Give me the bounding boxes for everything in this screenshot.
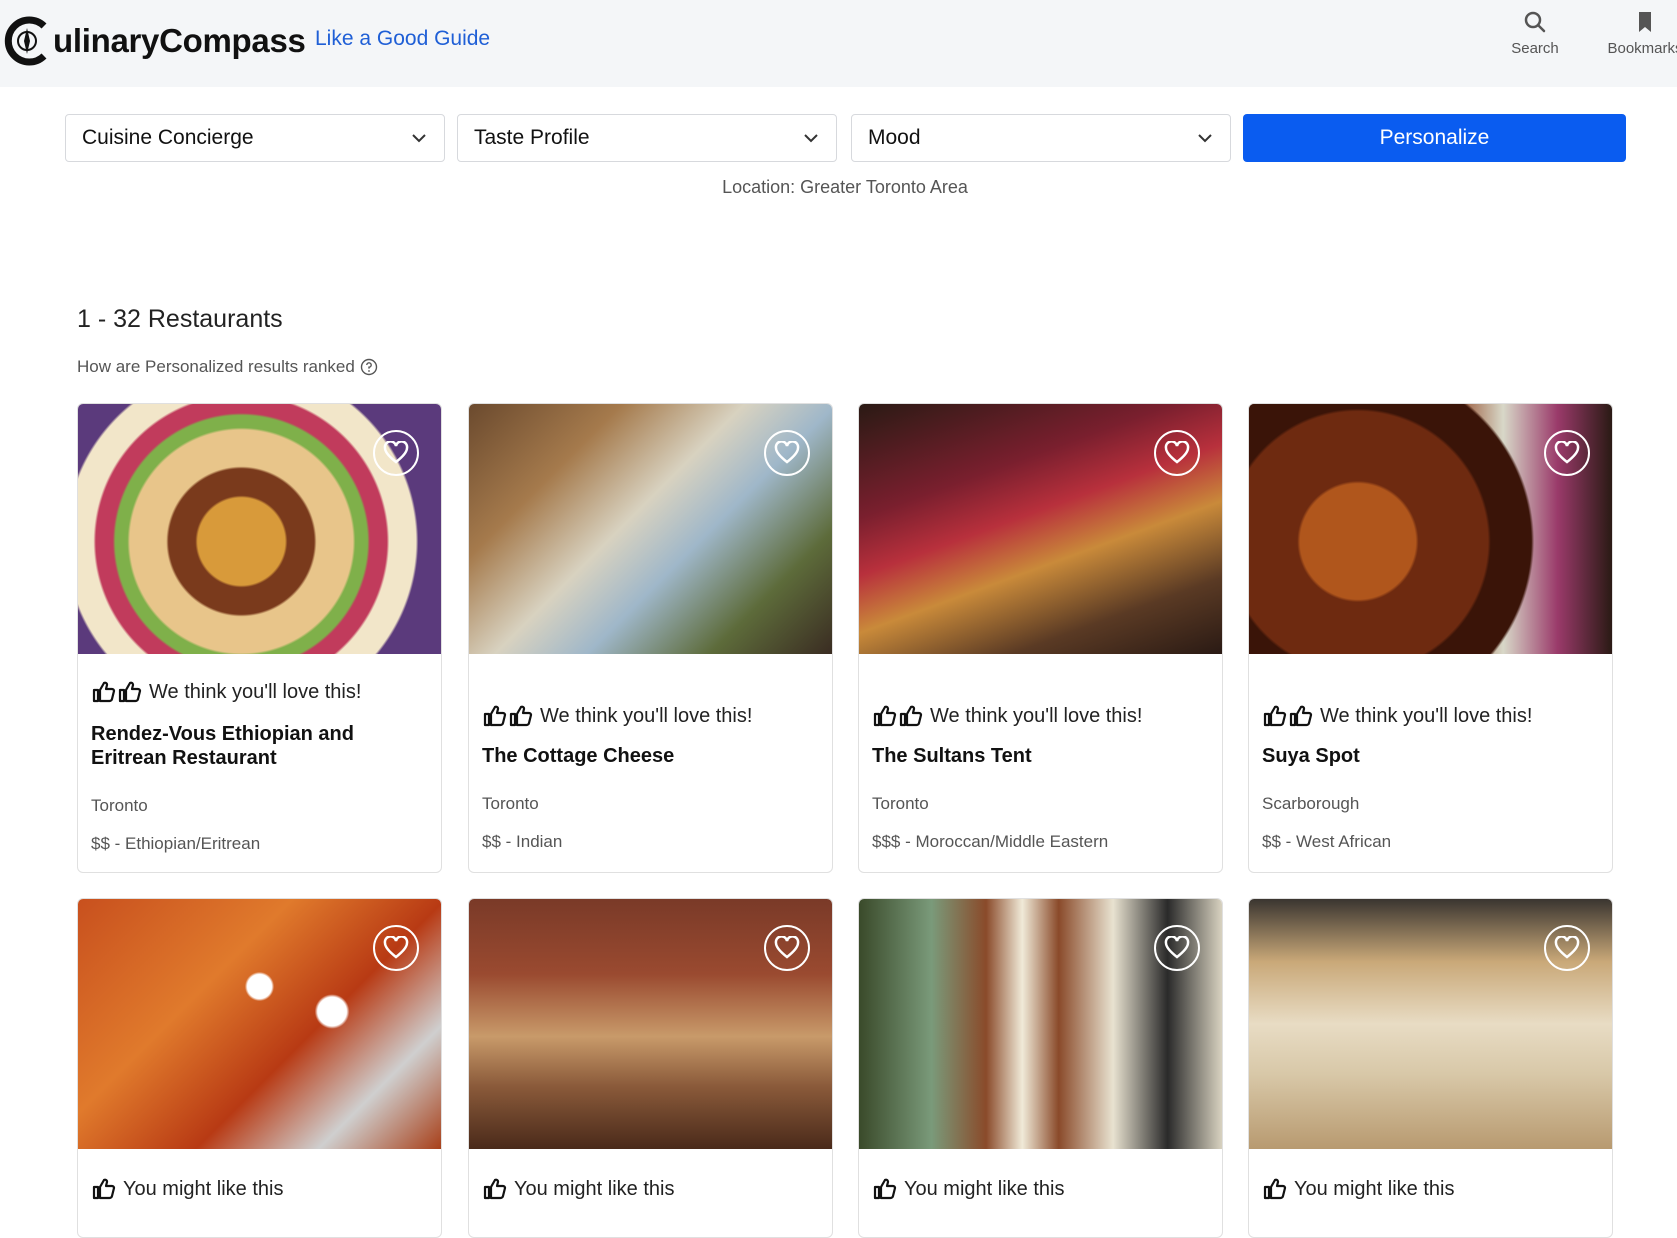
restaurant-photo <box>469 404 832 654</box>
bookmarks-button[interactable]: Bookmarks <box>1595 8 1677 57</box>
thumbs-up-icon <box>899 705 923 727</box>
personalize-button[interactable]: Personalize <box>1243 114 1626 162</box>
recommendation-badge: You might like this <box>859 1177 1222 1201</box>
restaurant-photo <box>469 899 832 1149</box>
favorite-heart-button[interactable] <box>1154 430 1200 476</box>
tagline: Like a Good Guide <box>315 27 491 50</box>
restaurant-details: $$ - Ethiopian/Eritrean <box>91 834 261 853</box>
recommendation-text: We think you'll love this! <box>540 704 753 727</box>
restaurant-city: Toronto <box>482 794 539 813</box>
recommendation-badge: You might like this <box>78 1177 441 1201</box>
restaurant-card[interactable]: We think you'll love this! Suya Spot Sca… <box>1248 403 1613 873</box>
thumbs-up-icon <box>509 705 533 727</box>
recommendation-badge: You might like this <box>469 1177 832 1201</box>
favorite-heart-button[interactable] <box>764 925 810 971</box>
favorite-heart-button[interactable] <box>373 925 419 971</box>
recommendation-badge: We think you'll love this! <box>78 680 441 704</box>
restaurant-photo <box>859 899 1222 1149</box>
recommendation-badge: We think you'll love this! <box>1249 704 1612 728</box>
top-header: ulinaryCompass Like a Good Guide Search … <box>0 0 1677 87</box>
heart-icon <box>1164 936 1190 959</box>
heart-icon <box>1164 441 1190 464</box>
favorite-heart-button[interactable] <box>764 430 810 476</box>
restaurant-details: $$$ - Moroccan/Middle Eastern <box>872 832 1109 851</box>
restaurant-photo <box>1249 404 1612 654</box>
thumbs-up-icon <box>1263 1178 1287 1200</box>
restaurant-card[interactable]: You might like this <box>77 898 442 1238</box>
favorite-heart-button[interactable] <box>1544 925 1590 971</box>
restaurant-card[interactable]: We think you'll love this! The Cottage C… <box>468 403 833 873</box>
search-button[interactable]: Search <box>1490 8 1580 57</box>
favorite-heart-button[interactable] <box>1154 925 1200 971</box>
recommendation-text: You might like this <box>904 1177 1065 1200</box>
logo[interactable]: ulinaryCompass <box>4 16 306 66</box>
restaurant-details: $$ - West African <box>1262 832 1392 851</box>
location-text: Location: Greater Toronto Area <box>722 177 968 197</box>
search-label: Search <box>1511 40 1559 57</box>
recommendation-text: You might like this <box>123 1177 284 1200</box>
restaurant-name[interactable]: The Sultans Tent <box>859 744 1222 768</box>
restaurant-photo <box>1249 899 1612 1149</box>
restaurant-photo <box>78 404 441 654</box>
recommendation-text: We think you'll love this! <box>930 704 1143 727</box>
favorite-heart-button[interactable] <box>1544 430 1590 476</box>
restaurant-city: Scarborough <box>1262 794 1360 813</box>
chevron-down-icon <box>1198 134 1212 143</box>
recommendation-text: You might like this <box>514 1177 675 1200</box>
restaurant-city: Toronto <box>91 796 148 815</box>
taste-profile-select[interactable]: Taste Profile <box>457 114 837 162</box>
chevron-down-icon <box>412 134 426 143</box>
heart-icon <box>774 441 800 464</box>
thumbs-up-icon <box>483 1178 507 1200</box>
heart-icon <box>383 936 409 959</box>
results-count: 1 - 32 Restaurants <box>77 305 283 333</box>
recommendation-badge: We think you'll love this! <box>469 704 832 728</box>
restaurant-card[interactable]: We think you'll love this! Rendez-Vous E… <box>77 403 442 873</box>
thumbs-up-icon <box>1289 705 1313 727</box>
restaurant-name[interactable]: Suya Spot <box>1249 744 1612 768</box>
heart-icon <box>774 936 800 959</box>
restaurant-details: $$ - Indian <box>482 832 563 851</box>
restaurant-card[interactable]: You might like this <box>858 898 1223 1238</box>
recommendation-text: We think you'll love this! <box>149 680 362 703</box>
bookmark-icon <box>1639 12 1651 32</box>
restaurant-card[interactable]: We think you'll love this! The Sultans T… <box>858 403 1223 873</box>
recommendation-text: You might like this <box>1294 1177 1455 1200</box>
thumbs-up-icon <box>92 1178 116 1200</box>
recommendation-badge: We think you'll love this! <box>859 704 1222 728</box>
bookmarks-label: Bookmarks <box>1607 40 1677 57</box>
ranking-info-link[interactable]: How are Personalized results ranked <box>77 357 378 377</box>
restaurant-photo <box>78 899 441 1149</box>
taste-select-value: Taste Profile <box>474 126 590 149</box>
chevron-down-icon <box>804 134 818 143</box>
search-icon <box>1524 11 1546 33</box>
thumbs-up-icon <box>92 681 116 703</box>
recommendation-badge: You might like this <box>1249 1177 1612 1201</box>
thumbs-up-icon <box>1263 705 1287 727</box>
heart-icon <box>1554 441 1580 464</box>
thumbs-up-icon <box>118 681 142 703</box>
restaurant-card[interactable]: You might like this <box>468 898 833 1238</box>
heart-icon <box>1554 936 1580 959</box>
recommendation-text: We think you'll love this! <box>1320 704 1533 727</box>
mood-select-value: Mood <box>868 126 921 149</box>
restaurant-name[interactable]: Rendez-Vous Ethiopian and Eritrean Resta… <box>78 722 441 770</box>
thumbs-up-icon <box>873 1178 897 1200</box>
logo-text: ulinaryCompass <box>53 22 306 59</box>
favorite-heart-button[interactable] <box>373 430 419 476</box>
cuisine-select-value: Cuisine Concierge <box>82 126 254 149</box>
restaurant-name[interactable]: The Cottage Cheese <box>469 744 832 768</box>
thumbs-up-icon <box>483 705 507 727</box>
restaurant-city: Toronto <box>872 794 929 813</box>
heart-icon <box>383 441 409 464</box>
thumbs-up-icon <box>873 705 897 727</box>
restaurant-card[interactable]: You might like this <box>1248 898 1613 1238</box>
help-circle-icon <box>360 358 378 376</box>
cuisine-concierge-select[interactable]: Cuisine Concierge <box>65 114 445 162</box>
compass-logo-icon <box>4 16 47 66</box>
mood-select[interactable]: Mood <box>851 114 1231 162</box>
ranking-info-label: How are Personalized results ranked <box>77 357 355 376</box>
restaurant-photo <box>859 404 1222 654</box>
